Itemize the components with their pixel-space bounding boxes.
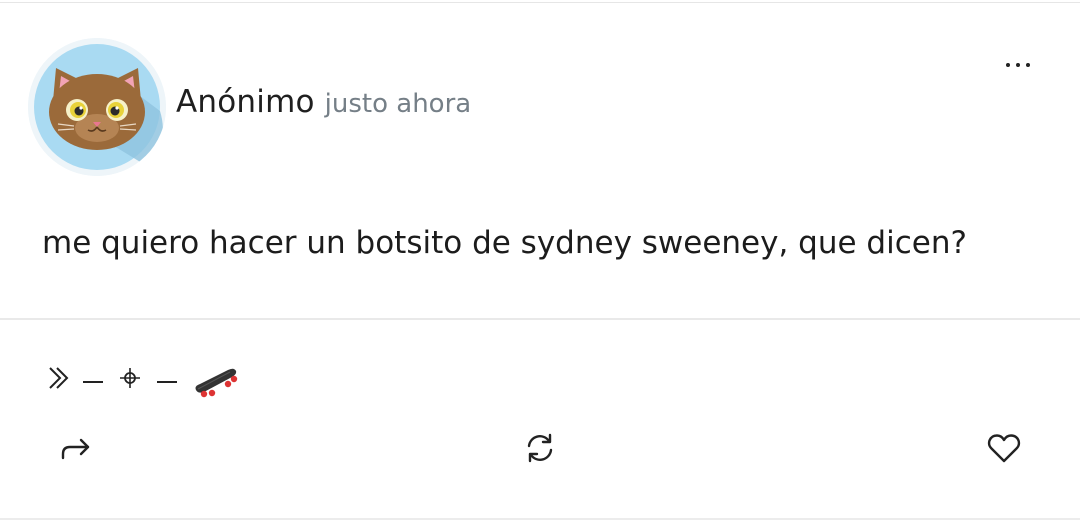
post-header: Anónimo justo ahora (28, 38, 471, 176)
more-icon-dot (1026, 63, 1030, 67)
post-meta: Anónimo justo ahora (176, 84, 471, 120)
post-body: me quiero hacer un botsito de sydney swe… (42, 225, 967, 261)
post-timestamp: justo ahora (324, 89, 472, 119)
share-button[interactable] (58, 430, 94, 466)
bottom-divider (0, 518, 1080, 520)
signature-line (46, 358, 246, 398)
skateboard-icon (195, 368, 238, 398)
top-divider (0, 2, 1080, 3)
heart-icon (987, 434, 1021, 463)
author-name[interactable]: Anónimo (176, 84, 315, 120)
repost-button[interactable] (522, 430, 558, 466)
cat-avatar-icon (28, 38, 166, 176)
repost-icon (527, 433, 553, 463)
crosshair-icon (120, 368, 140, 388)
share-icon (61, 438, 90, 460)
signature-icons (49, 367, 238, 398)
more-icon-dot (1016, 63, 1020, 67)
double-chevron-icon (49, 367, 69, 389)
avatar[interactable] (28, 38, 166, 176)
more-icon (1006, 63, 1010, 67)
like-button[interactable] (986, 430, 1022, 466)
more-options-button[interactable] (998, 50, 1038, 80)
content-divider (0, 318, 1080, 320)
